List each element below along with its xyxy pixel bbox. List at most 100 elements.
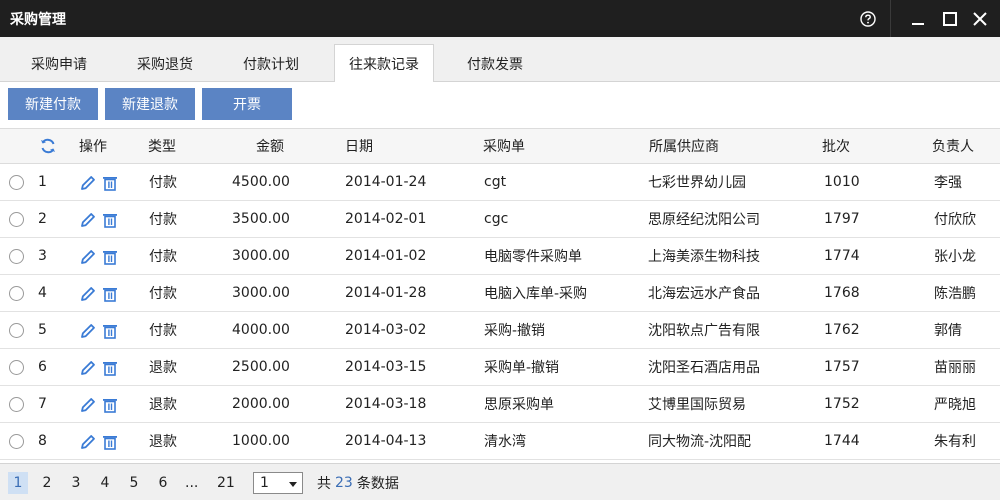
records-table: 操作 类型 金额 日期 采购单 所属供应商 批次 负责人 1 付款 4500.0… — [0, 128, 1000, 463]
cell-supplier: 沈阳圣石酒店用品 — [648, 360, 760, 376]
tab-payment-invoice[interactable]: 付款发票 — [450, 44, 540, 83]
cell-type: 付款 — [149, 212, 177, 228]
cell-amount: 4000.00 — [232, 322, 290, 338]
refresh-icon — [41, 138, 55, 154]
row-select-radio[interactable] — [9, 397, 24, 412]
trash-icon — [103, 399, 117, 413]
edit-button[interactable] — [78, 358, 98, 378]
row-select-radio[interactable] — [9, 212, 24, 227]
new-refund-button[interactable]: 新建退款 — [105, 88, 195, 120]
row-select-radio[interactable] — [9, 360, 24, 375]
cell-owner: 张小龙 — [934, 249, 976, 265]
page-link[interactable]: 4 — [95, 472, 115, 494]
cell-amount: 3000.00 — [232, 285, 290, 301]
cell-amount: 2500.00 — [232, 359, 290, 375]
edit-button[interactable] — [78, 210, 98, 230]
window-titlebar: 采购管理 — [0, 0, 1000, 37]
cell-supplier: 七彩世界幼儿园 — [648, 175, 746, 191]
delete-button[interactable] — [100, 173, 120, 193]
delete-button[interactable] — [100, 284, 120, 304]
cell-owner: 朱有利 — [934, 434, 976, 450]
table-row[interactable]: 5 付款 4000.00 2014-03-02 采购-撤销 沈阳软点广告有限 1… — [0, 312, 1000, 349]
cell-supplier: 沈阳软点广告有限 — [648, 323, 760, 339]
trash-icon — [103, 436, 117, 450]
delete-button[interactable] — [100, 321, 120, 341]
invoice-button[interactable]: 开票 — [202, 88, 292, 120]
table-row[interactable]: 3 付款 3000.00 2014-01-02 电脑零件采购单 上海美添生物科技… — [0, 238, 1000, 275]
page-select[interactable]: 1 — [253, 472, 303, 494]
delete-button[interactable] — [100, 358, 120, 378]
cell-supplier: 上海美添生物科技 — [648, 249, 760, 265]
header-amount: 金额 — [256, 139, 284, 155]
cell-purchase-order: 电脑零件采购单 — [484, 249, 582, 265]
cell-batch: 1010 — [824, 174, 860, 190]
pencil-icon — [81, 287, 95, 301]
tab-purchase-request[interactable]: 采购申请 — [14, 44, 104, 83]
table-row[interactable]: 6 退款 2500.00 2014-03-15 采购单-撤销 沈阳圣石酒店用品 … — [0, 349, 1000, 386]
table-row[interactable]: 1 付款 4500.00 2014-01-24 cgt 七彩世界幼儿园 1010… — [0, 164, 1000, 201]
delete-button[interactable] — [100, 432, 120, 452]
delete-button[interactable] — [100, 247, 120, 267]
row-select-radio[interactable] — [9, 175, 24, 190]
refresh-button[interactable] — [38, 136, 58, 156]
cell-type: 退款 — [149, 360, 177, 376]
table-row[interactable]: 7 退款 2000.00 2014-03-18 思原采购单 艾博里国际贸易 17… — [0, 386, 1000, 423]
table-row[interactable]: 2 付款 3500.00 2014-02-01 cgc 思原经纪沈阳公司 179… — [0, 201, 1000, 238]
page-link[interactable]: 2 — [37, 472, 57, 494]
pencil-icon — [81, 361, 95, 375]
tab-transaction-records[interactable]: 往来款记录 — [334, 44, 434, 83]
cell-date: 2014-01-24 — [345, 174, 427, 190]
edit-button[interactable] — [78, 247, 98, 267]
cell-purchase-order: 采购-撤销 — [484, 323, 546, 339]
table-row[interactable]: 4 付款 3000.00 2014-01-28 电脑入库单-采购 北海宏远水产食… — [0, 275, 1000, 312]
delete-button[interactable] — [100, 210, 120, 230]
row-select-radio[interactable] — [9, 286, 24, 301]
cell-batch: 1768 — [824, 285, 860, 301]
cell-batch: 1774 — [824, 248, 860, 264]
row-select-radio[interactable] — [9, 249, 24, 264]
close-button[interactable] — [962, 0, 998, 37]
cell-type: 退款 — [149, 434, 177, 450]
cell-purchase-order: cgc — [484, 211, 509, 227]
tab-purchase-return[interactable]: 采购退货 — [120, 44, 210, 83]
row-select-radio[interactable] — [9, 434, 24, 449]
row-number: 7 — [38, 396, 47, 412]
row-number: 8 — [38, 433, 47, 449]
page-link-last[interactable]: 21 — [213, 472, 239, 494]
row-select-radio[interactable] — [9, 323, 24, 338]
cell-type: 付款 — [149, 286, 177, 302]
cell-date: 2014-02-01 — [345, 211, 427, 227]
pagination-bar: 1 2 3 4 5 6 ... 21 1 共 23 条数据 — [0, 463, 1000, 500]
cell-date: 2014-01-28 — [345, 285, 427, 301]
cell-owner: 郭倩 — [934, 323, 962, 339]
edit-button[interactable] — [78, 395, 98, 415]
delete-button[interactable] — [100, 395, 120, 415]
minimize-button[interactable] — [900, 0, 936, 37]
cell-owner: 严晓旭 — [934, 397, 976, 413]
edit-button[interactable] — [78, 284, 98, 304]
edit-button[interactable] — [78, 321, 98, 341]
page-link[interactable]: 6 — [153, 472, 173, 494]
help-button[interactable] — [852, 0, 884, 37]
edit-button[interactable] — [78, 432, 98, 452]
header-operation: 操作 — [79, 139, 107, 155]
tab-payment-plan[interactable]: 付款计划 — [226, 44, 316, 83]
cell-amount: 2000.00 — [232, 396, 290, 412]
cell-supplier: 北海宏远水产食品 — [648, 286, 760, 302]
cell-owner: 苗丽丽 — [934, 360, 976, 376]
table-row[interactable]: 8 退款 1000.00 2014-04-13 清水湾 同大物流-沈阳配 174… — [0, 423, 1000, 460]
trash-icon — [103, 251, 117, 265]
cell-supplier: 艾博里国际贸易 — [648, 397, 746, 413]
page-link[interactable]: 3 — [66, 472, 86, 494]
trash-icon — [103, 362, 117, 376]
cell-batch: 1744 — [824, 433, 860, 449]
page-link-current[interactable]: 1 — [8, 472, 28, 494]
page-link[interactable]: 5 — [124, 472, 144, 494]
header-batch: 批次 — [822, 139, 850, 155]
new-payment-button[interactable]: 新建付款 — [8, 88, 98, 120]
row-number: 6 — [38, 359, 47, 375]
cell-purchase-order: 思原采购单 — [484, 397, 554, 413]
edit-button[interactable] — [78, 173, 98, 193]
cell-owner: 陈浩鹏 — [934, 286, 976, 302]
total-suffix: 条数据 — [356, 476, 399, 492]
